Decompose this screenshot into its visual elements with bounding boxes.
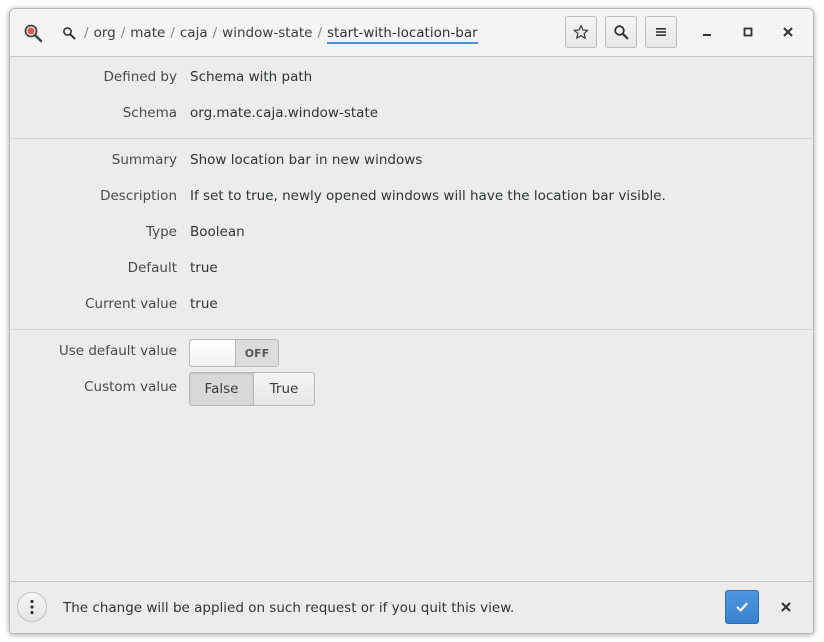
description-row: Description If set to true, newly opened…	[10, 178, 813, 214]
more-options-button[interactable]	[17, 592, 47, 622]
breadcrumb-item-org[interactable]: org	[94, 25, 116, 41]
description-value: If set to true, newly opened windows wil…	[190, 188, 666, 204]
checkmark-icon	[736, 602, 748, 612]
default-label: Default	[127, 260, 177, 276]
summary-value: Show location bar in new windows	[190, 152, 423, 168]
menu-button[interactable]	[645, 16, 677, 48]
maximize-icon	[743, 27, 753, 37]
default-value: true	[190, 260, 218, 276]
dconf-editor-app-icon	[24, 24, 43, 43]
breadcrumb-separator: /	[317, 25, 323, 41]
defined-by-value: Schema with path	[190, 69, 313, 85]
summary-row: Summary Show location bar in new windows	[10, 142, 813, 178]
breadcrumb-separator: /	[170, 25, 175, 41]
close-icon	[781, 602, 791, 612]
defined-by-row: Defined by Schema with path	[10, 59, 813, 95]
breadcrumb-separator: /	[212, 25, 218, 41]
vertical-dots-icon	[30, 599, 34, 615]
breadcrumb-item-window-state[interactable]: window-state	[222, 25, 312, 41]
default-row: Default true	[10, 250, 813, 286]
defined-by-label: Defined by	[103, 69, 178, 85]
use-default-row: Use default value	[10, 333, 813, 369]
breadcrumb-separator: /	[120, 25, 126, 41]
close-icon	[783, 27, 793, 37]
minimize-button[interactable]	[694, 19, 720, 45]
breadcrumb-item-mate[interactable]: mate	[130, 25, 165, 41]
current-value-row: Current value true	[10, 286, 813, 322]
search-icon	[614, 25, 629, 40]
bookmark-button[interactable]	[565, 16, 597, 48]
schema-row: Schema org.mate.caja.window-state	[10, 95, 813, 131]
schema-value: org.mate.caja.window-state	[190, 105, 379, 121]
pending-change-bar: The change will be applied on such reque…	[10, 581, 813, 633]
current-value-label: Current value	[85, 296, 177, 312]
pending-change-message: The change will be applied on such reque…	[63, 599, 515, 616]
breadcrumb: / org / mate / caja / window-state / sta…	[62, 23, 478, 44]
minimize-icon	[703, 34, 711, 36]
root-search-icon[interactable]	[62, 26, 76, 40]
custom-value-true-button[interactable]: True	[253, 373, 314, 405]
switch-knob[interactable]	[190, 340, 236, 366]
custom-value-toggle-group: False True	[189, 372, 315, 406]
hamburger-menu-icon	[656, 28, 666, 36]
switch-state-text: OFF	[244, 346, 270, 360]
type-row: Type Boolean	[10, 214, 813, 250]
custom-value-row: Custom value	[10, 369, 813, 405]
star-icon	[573, 24, 589, 39]
breadcrumb-separator: /	[84, 25, 89, 41]
dismiss-button[interactable]	[773, 594, 799, 620]
use-default-label: Use default value	[58, 343, 177, 359]
description-label: Description	[100, 188, 177, 204]
use-default-switch[interactable]: OFF	[189, 339, 279, 367]
apply-button[interactable]	[725, 590, 759, 624]
schema-label: Schema	[122, 105, 177, 121]
maximize-button[interactable]	[735, 19, 761, 45]
key-details-panel: Defined by Schema with path Schema org.m…	[10, 57, 813, 581]
section-divider	[10, 329, 813, 330]
type-value: Boolean	[190, 224, 245, 240]
current-value-value: true	[190, 296, 218, 312]
header-bar: / org / mate / caja / window-state / sta…	[10, 9, 813, 57]
section-divider	[10, 138, 813, 139]
summary-label: Summary	[111, 152, 177, 168]
close-window-button[interactable]	[775, 19, 801, 45]
breadcrumb-item-caja[interactable]: caja	[180, 25, 208, 41]
type-label: Type	[145, 224, 177, 240]
dconf-editor-window: / org / mate / caja / window-state / sta…	[9, 8, 814, 634]
custom-value-false-button[interactable]: False	[190, 373, 253, 405]
custom-value-label: Custom value	[84, 379, 177, 395]
search-button[interactable]	[605, 16, 637, 48]
breadcrumb-current-key[interactable]: start-with-location-bar	[327, 25, 478, 44]
